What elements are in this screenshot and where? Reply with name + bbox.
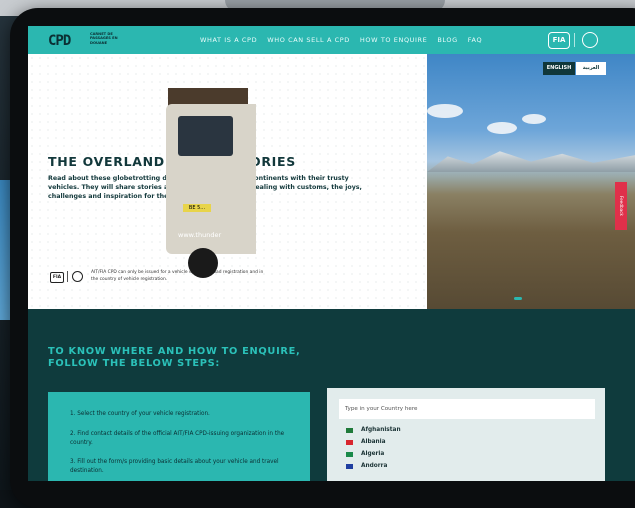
cloud <box>427 104 463 118</box>
fia-emblem-icon[interactable] <box>582 32 598 48</box>
country-search-input[interactable] <box>339 399 595 419</box>
step-item: 1. Select the country of your vehicle re… <box>70 411 210 417</box>
country-list-item[interactable]: Afghanistan <box>346 427 401 433</box>
hero-photo <box>427 54 635 309</box>
cpd-logo[interactable]: CPD <box>48 33 71 49</box>
mountains <box>427 151 635 172</box>
country-list-item[interactable]: Albania <box>346 439 386 445</box>
nav-divider <box>574 33 575 47</box>
feedback-tab[interactable]: Feedback <box>615 182 627 230</box>
country-name: Andorra <box>361 463 388 469</box>
top-navbar: CPD CARNET DE PASSAGES EN DOUANE WHAT IS… <box>28 26 635 54</box>
language-english-button[interactable]: ENGLISH <box>543 62 575 75</box>
nav-link-faq[interactable]: FAQ <box>468 36 482 44</box>
cloud <box>522 114 546 124</box>
cpd-logo-subtitle: CARNET DE PASSAGES EN DOUANE <box>90 32 118 45</box>
flag-icon <box>346 451 353 457</box>
nav-link-who-can-sell[interactable]: WHO CAN SELL A CPD <box>267 36 350 44</box>
van-decal-text: www.thunder <box>178 231 222 239</box>
nav-link-how-to-enquire[interactable]: HOW TO ENQUIRE <box>360 36 427 44</box>
cloud <box>487 122 517 134</box>
step-item: 3. Fill out the form/s providing basic d… <box>70 459 279 474</box>
enquire-heading: TO KNOW WHERE AND HOW TO ENQUIRE, FOLLOW… <box>48 346 301 369</box>
step-item: 2. Find contact details of the official … <box>70 431 285 446</box>
eligibility-note: AIT/FIA CPD can only be issued for a veh… <box>91 270 264 282</box>
fia-logo[interactable]: FIA <box>548 32 570 49</box>
steps-panel: 1. Select the country of your vehicle re… <box>48 392 310 481</box>
country-list-item[interactable]: Algeria <box>346 451 384 457</box>
fia-small-logo: FIA <box>50 272 64 283</box>
carousel-indicator[interactable] <box>514 297 522 300</box>
flag-icon <box>346 463 353 469</box>
flag-icon <box>346 439 353 445</box>
country-name: Albania <box>361 439 386 445</box>
nav-links: WHAT IS A CPD WHO CAN SELL A CPD HOW TO … <box>200 26 482 54</box>
website-screen: CPD CARNET DE PASSAGES EN DOUANE WHAT IS… <box>28 26 635 481</box>
nav-link-what-is-cpd[interactable]: WHAT IS A CPD <box>200 36 257 44</box>
flag-icon <box>346 427 353 433</box>
van-plate: BE 5... <box>183 204 211 212</box>
logo-divider <box>67 271 68 282</box>
country-name: Algeria <box>361 451 385 457</box>
language-arabic-button[interactable]: العربية <box>576 62 606 75</box>
fia-emblem-small-icon <box>72 271 83 282</box>
country-list-item[interactable]: Andorra <box>346 463 387 469</box>
nav-link-blog[interactable]: BLOG <box>437 36 457 44</box>
van-tire <box>188 248 218 278</box>
country-name: Afghanistan <box>361 427 401 433</box>
van-window <box>178 116 233 156</box>
